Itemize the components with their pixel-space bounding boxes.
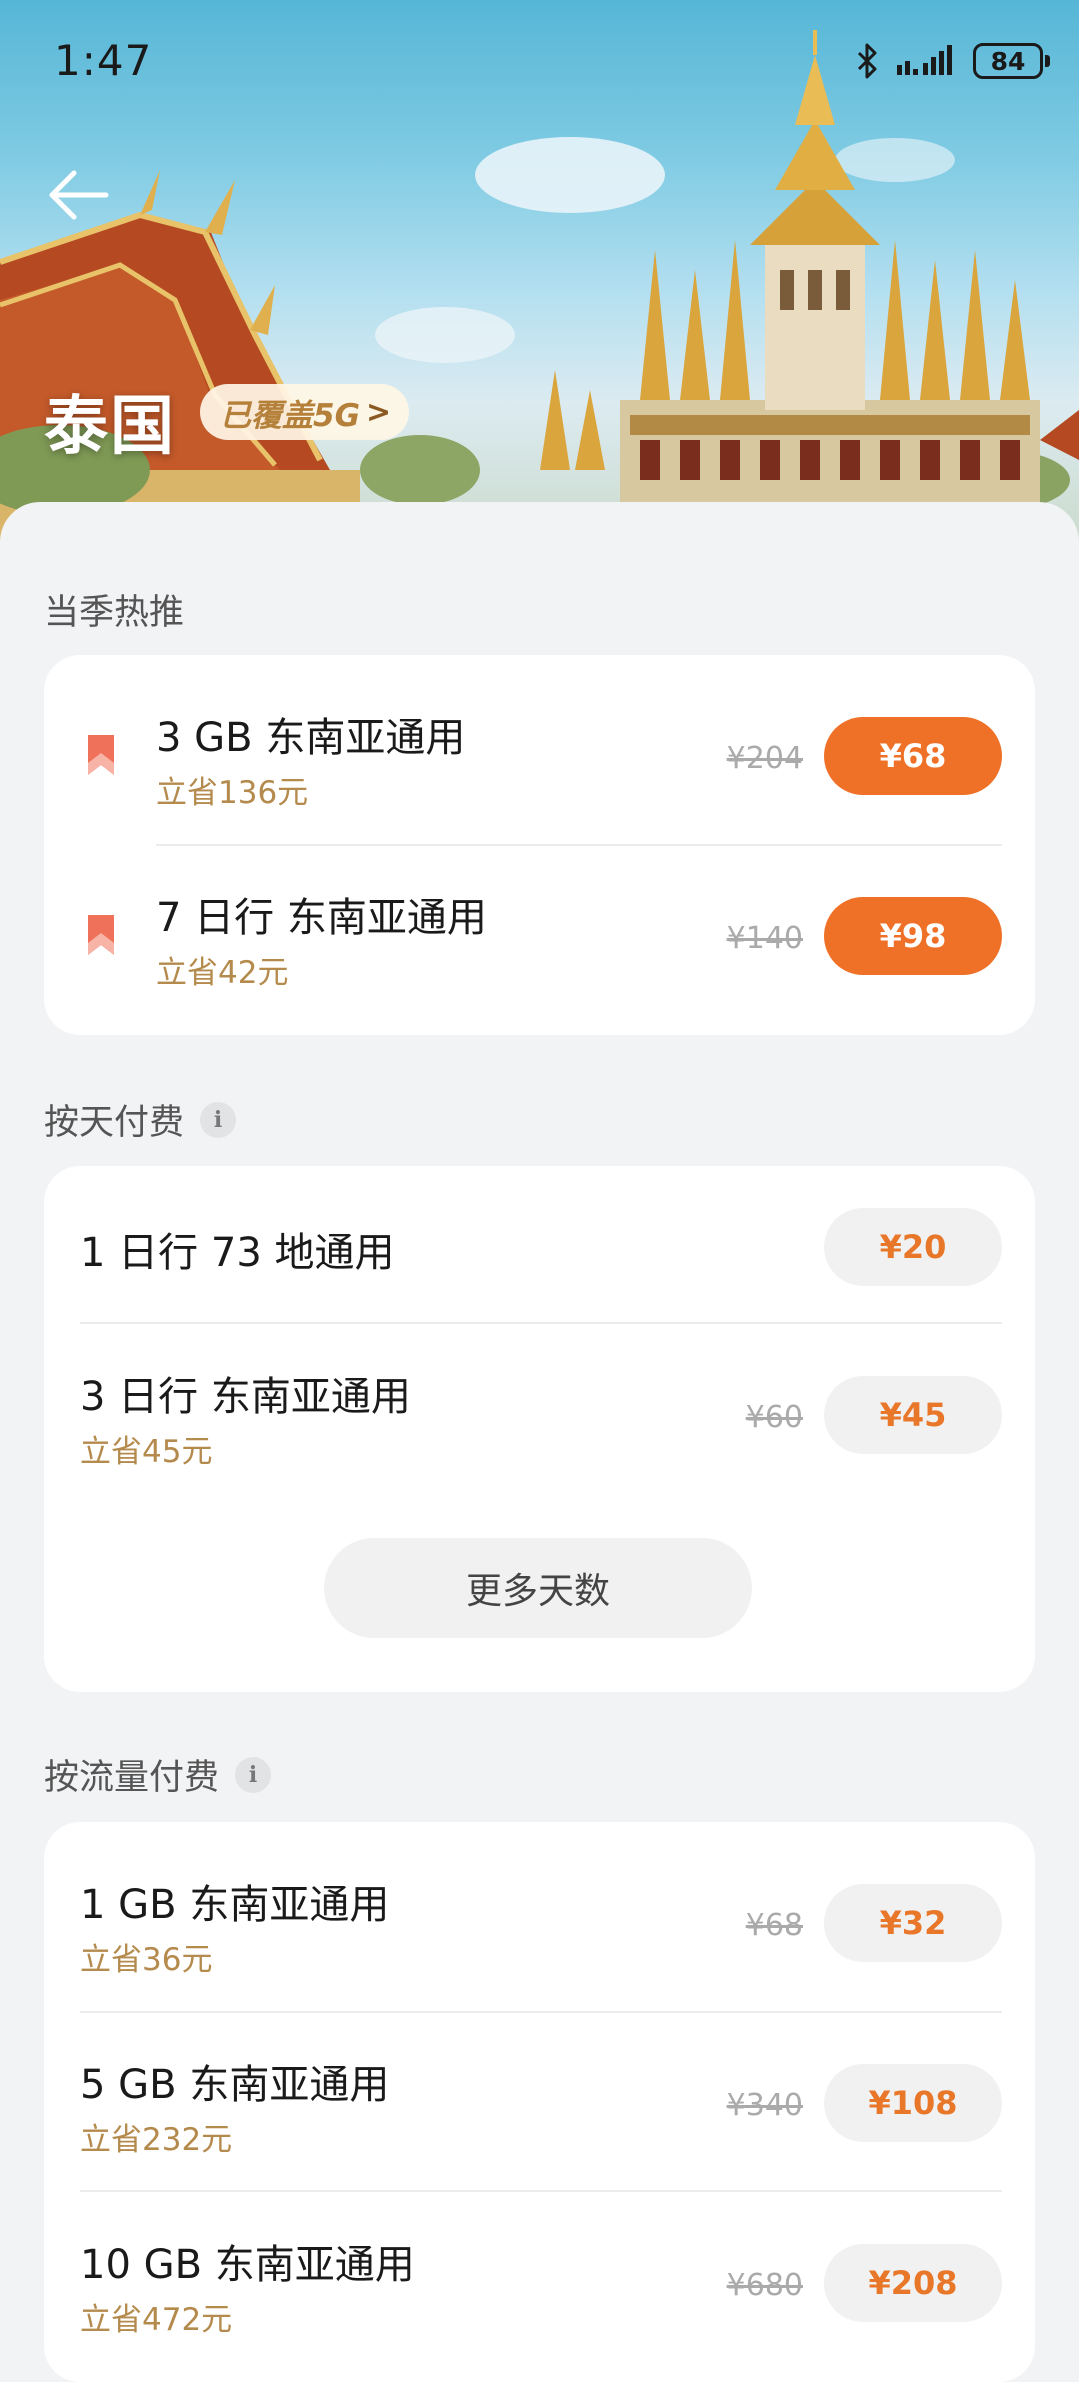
plan-savings: 立省36元	[80, 1942, 213, 1978]
list-item[interactable]: 1 日行 73 地通用 ¥20	[44, 1166, 1035, 1322]
coverage-5g-badge[interactable]: 已覆盖5G >	[200, 384, 410, 440]
plan-savings: 立省42元	[156, 955, 289, 991]
section-title-hot-label: 当季热推	[44, 593, 185, 633]
list-item[interactable]: 5 GB 东南亚通用 立省232元 ¥340 ¥108	[44, 2012, 1035, 2190]
plan-savings: 立省136元	[156, 775, 309, 811]
daily-plans-card: 1 日行 73 地通用 ¥20 3 日行 东南亚通用 立省45元 ¥60 ¥45…	[44, 1166, 1035, 1692]
original-price: ¥68	[745, 1908, 803, 1943]
plan-name: 3 GB 东南亚通用	[156, 715, 466, 761]
hero-banner: 1:47 84 泰国 已覆盖5G >	[0, 0, 1079, 560]
original-price: ¥140	[726, 921, 803, 956]
section-title-traffic-label: 按流量付费	[44, 1758, 220, 1798]
buy-price-button[interactable]: ¥108	[824, 2064, 1002, 2142]
plan-name: 1 GB 东南亚通用	[80, 1882, 390, 1928]
signal-strength-icon	[897, 45, 952, 75]
plan-name: 5 GB 东南亚通用	[80, 2062, 390, 2108]
back-arrow-icon[interactable]	[44, 160, 114, 230]
plan-name: 7 日行 东南亚通用	[156, 895, 487, 941]
coverage-badge-label: 已覆盖5G	[220, 397, 361, 434]
status-bar: 1:47 84	[0, 0, 1079, 120]
plan-savings: 立省232元	[80, 2122, 233, 2158]
original-price: ¥680	[726, 2268, 803, 2303]
battery-indicator: 84	[973, 43, 1050, 79]
section-title-daily: 按天付费 i	[44, 1094, 237, 1145]
info-icon[interactable]: i	[235, 1756, 272, 1793]
buy-price-button[interactable]: ¥45	[824, 1376, 1002, 1454]
list-item[interactable]: 3 GB 东南亚通用 立省136元 ¥204 ¥68	[44, 655, 1035, 845]
list-item[interactable]: 7 日行 东南亚通用 立省42元 ¥140 ¥98	[44, 845, 1035, 1035]
bookmark-icon	[88, 915, 114, 955]
info-icon[interactable]: i	[200, 1101, 237, 1138]
plan-savings: 立省472元	[80, 2302, 233, 2338]
buy-price-button[interactable]: ¥208	[824, 2244, 1002, 2322]
original-price: ¥60	[745, 1400, 803, 1435]
original-price: ¥340	[726, 2088, 803, 2123]
traffic-plans-card: 1 GB 东南亚通用 立省36元 ¥68 ¥32 5 GB 东南亚通用 立省23…	[44, 1822, 1035, 2382]
chevron-right-icon: >	[366, 394, 392, 430]
buy-price-button[interactable]: ¥32	[824, 1884, 1002, 1962]
more-days-button[interactable]: 更多天数	[324, 1538, 752, 1638]
original-price: ¥204	[726, 741, 803, 776]
buy-price-button[interactable]: ¥68	[824, 717, 1002, 795]
buy-price-button[interactable]: ¥98	[824, 897, 1002, 975]
plan-savings: 立省45元	[80, 1434, 213, 1470]
section-title-hot: 当季热推	[44, 584, 184, 635]
bluetooth-icon	[857, 43, 877, 79]
plan-name: 10 GB 东南亚通用	[80, 2242, 415, 2288]
hot-picks-card: 3 GB 东南亚通用 立省136元 ¥204 ¥68 7 日行 东南亚通用 立省…	[44, 655, 1035, 1035]
content-sheet: 当季热推 3 GB 东南亚通用 立省136元 ¥204 ¥68 7 日行 东南亚…	[0, 502, 1079, 2382]
section-title-daily-label: 按天付费	[44, 1103, 185, 1143]
plan-name: 1 日行 73 地通用	[80, 1230, 395, 1276]
plan-name: 3 日行 东南亚通用	[80, 1374, 411, 1420]
section-title-traffic: 按流量付费 i	[44, 1749, 272, 1800]
list-item[interactable]: 1 GB 东南亚通用 立省36元 ¥68 ¥32	[44, 1822, 1035, 2012]
list-item[interactable]: 10 GB 东南亚通用 立省472元 ¥680 ¥208	[44, 2192, 1035, 2372]
buy-price-button[interactable]: ¥20	[824, 1208, 1002, 1286]
status-time: 1:47	[54, 36, 153, 85]
page-title: 泰国	[44, 390, 176, 464]
bookmark-icon	[88, 735, 114, 775]
list-item[interactable]: 3 日行 东南亚通用 立省45元 ¥60 ¥45	[44, 1324, 1035, 1494]
